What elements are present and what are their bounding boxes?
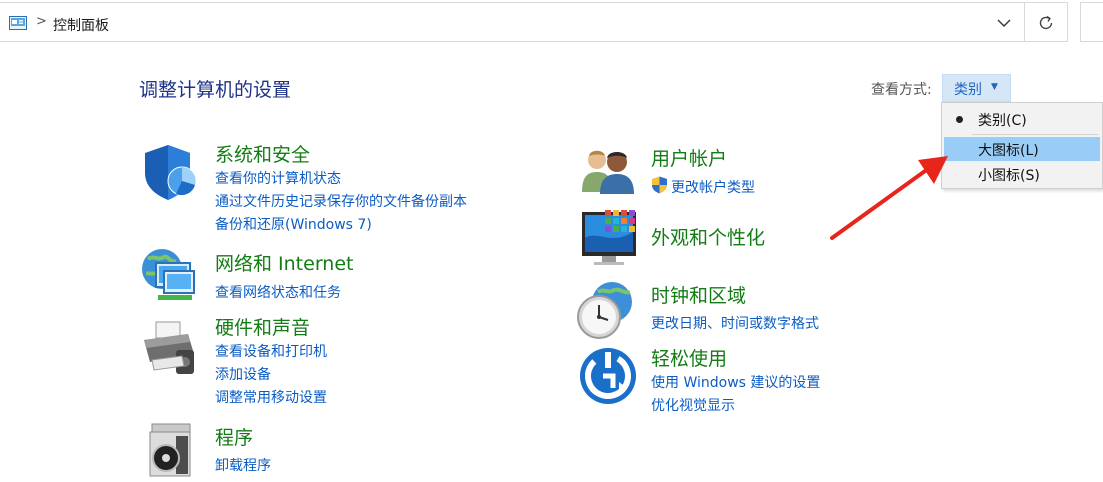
programs-icon [149,423,191,477]
menu-item-label: 小图标(S) [978,168,1040,184]
link-backup-restore[interactable]: 备份和还原(Windows 7) [215,214,372,234]
link-devices-printers[interactable]: 查看设备和打印机 [215,341,327,361]
breadcrumb-item-control-panel[interactable]: 控制面板 [53,15,109,35]
control-panel-icon [9,16,27,30]
menu-item-large-icons[interactable]: 大图标(L) [944,137,1100,161]
category-ease-of-access[interactable]: 轻松使用 [651,344,727,371]
clock-globe-icon [577,282,632,339]
appearance-icon [582,210,636,265]
breadcrumb-chevron-icon: > [36,14,47,29]
address-bar: > 控制面板 [0,0,1068,44]
category-network-internet[interactable]: 网络和 Internet [215,249,353,276]
menu-item-label: 大图标(L) [978,143,1039,159]
view-by-menu: 类别(C) 大图标(L) 小图标(S) [941,102,1103,189]
user-accounts-icon [582,150,634,194]
category-appearance[interactable]: 外观和个性化 [651,223,765,250]
link-uninstall-program[interactable]: 卸载程序 [215,455,271,475]
link-view-computer-status[interactable]: 查看你的计算机状态 [215,168,341,188]
category-programs[interactable]: 程序 [215,423,253,450]
menu-item-small-icons[interactable]: 小图标(S) [944,162,1100,186]
link-mobility-settings[interactable]: 调整常用移动设置 [215,387,327,407]
radio-bullet-icon [956,116,963,123]
ease-of-access-icon [580,348,636,404]
refresh-icon [1039,15,1053,30]
category-user-accounts[interactable]: 用户帐户 [651,144,727,171]
printer-icon [144,321,194,374]
view-by-label: 查看方式: [871,82,932,98]
category-system-security[interactable]: 系统和安全 [215,140,310,167]
category-hardware-sound[interactable]: 硬件和声音 [215,313,310,340]
link-file-history-backup[interactable]: 通过文件历史记录保存你的文件备份副本 [215,191,467,211]
uac-shield-icon [652,176,667,194]
menu-item-category[interactable]: 类别(C) [944,107,1100,131]
view-by-dropdown[interactable]: 类别 ▼ [942,74,1011,102]
link-change-account-type[interactable]: 更改帐户类型 [671,177,755,197]
address-history-chevron-icon[interactable] [997,19,1011,28]
link-add-device[interactable]: 添加设备 [215,364,271,384]
link-change-date-time[interactable]: 更改日期、时间或数字格式 [651,313,819,333]
page-title: 调整计算机的设置 [139,79,292,101]
network-globe-icon [142,249,195,300]
caret-down-icon: ▼ [991,82,998,92]
shield-icon [145,145,197,200]
view-by-selected: 类别 [954,82,982,98]
category-clock-region[interactable]: 时钟和区域 [651,281,746,308]
link-network-status[interactable]: 查看网络状态和任务 [215,282,341,302]
annotation-arrow-icon [830,156,948,240]
address-field[interactable]: > 控制面板 [0,2,1025,42]
menu-separator [972,134,1098,135]
search-box[interactable] [1080,2,1103,42]
menu-item-label: 类别(C) [978,113,1027,129]
link-optimize-visual-display[interactable]: 优化视觉显示 [651,395,735,415]
refresh-button[interactable] [1025,2,1068,42]
link-recommended-settings[interactable]: 使用 Windows 建议的设置 [651,372,820,392]
